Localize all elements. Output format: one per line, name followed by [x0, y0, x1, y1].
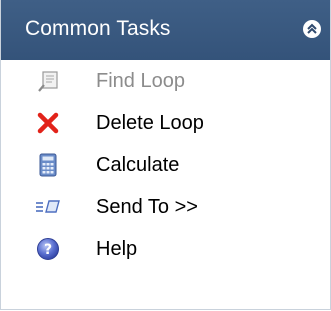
panel-title: Common Tasks — [25, 17, 171, 40]
send-to-icon — [35, 194, 61, 220]
find-loop-icon — [35, 68, 61, 94]
common-tasks-panel: Common Tasks Find Loop Delete Loop Calcu… — [0, 0, 331, 310]
calculator-icon — [35, 152, 61, 178]
task-find-loop: Find Loop — [1, 60, 330, 102]
task-calculate[interactable]: Calculate — [1, 144, 330, 186]
task-label: Help — [96, 238, 138, 260]
task-label: Send To >> — [96, 196, 198, 218]
task-label: Calculate — [96, 154, 180, 176]
task-delete-loop[interactable]: Delete Loop — [1, 102, 330, 144]
help-icon: ? — [35, 236, 61, 262]
task-help[interactable]: ? Help — [1, 228, 330, 270]
panel-header[interactable]: Common Tasks — [1, 0, 330, 60]
double-chevron-up-icon[interactable] — [303, 20, 321, 38]
task-send-to[interactable]: Send To >> — [1, 186, 330, 228]
task-label: Delete Loop — [96, 112, 204, 134]
svg-text:?: ? — [44, 242, 52, 258]
delete-x-icon — [35, 110, 61, 136]
task-label: Find Loop — [96, 70, 185, 92]
